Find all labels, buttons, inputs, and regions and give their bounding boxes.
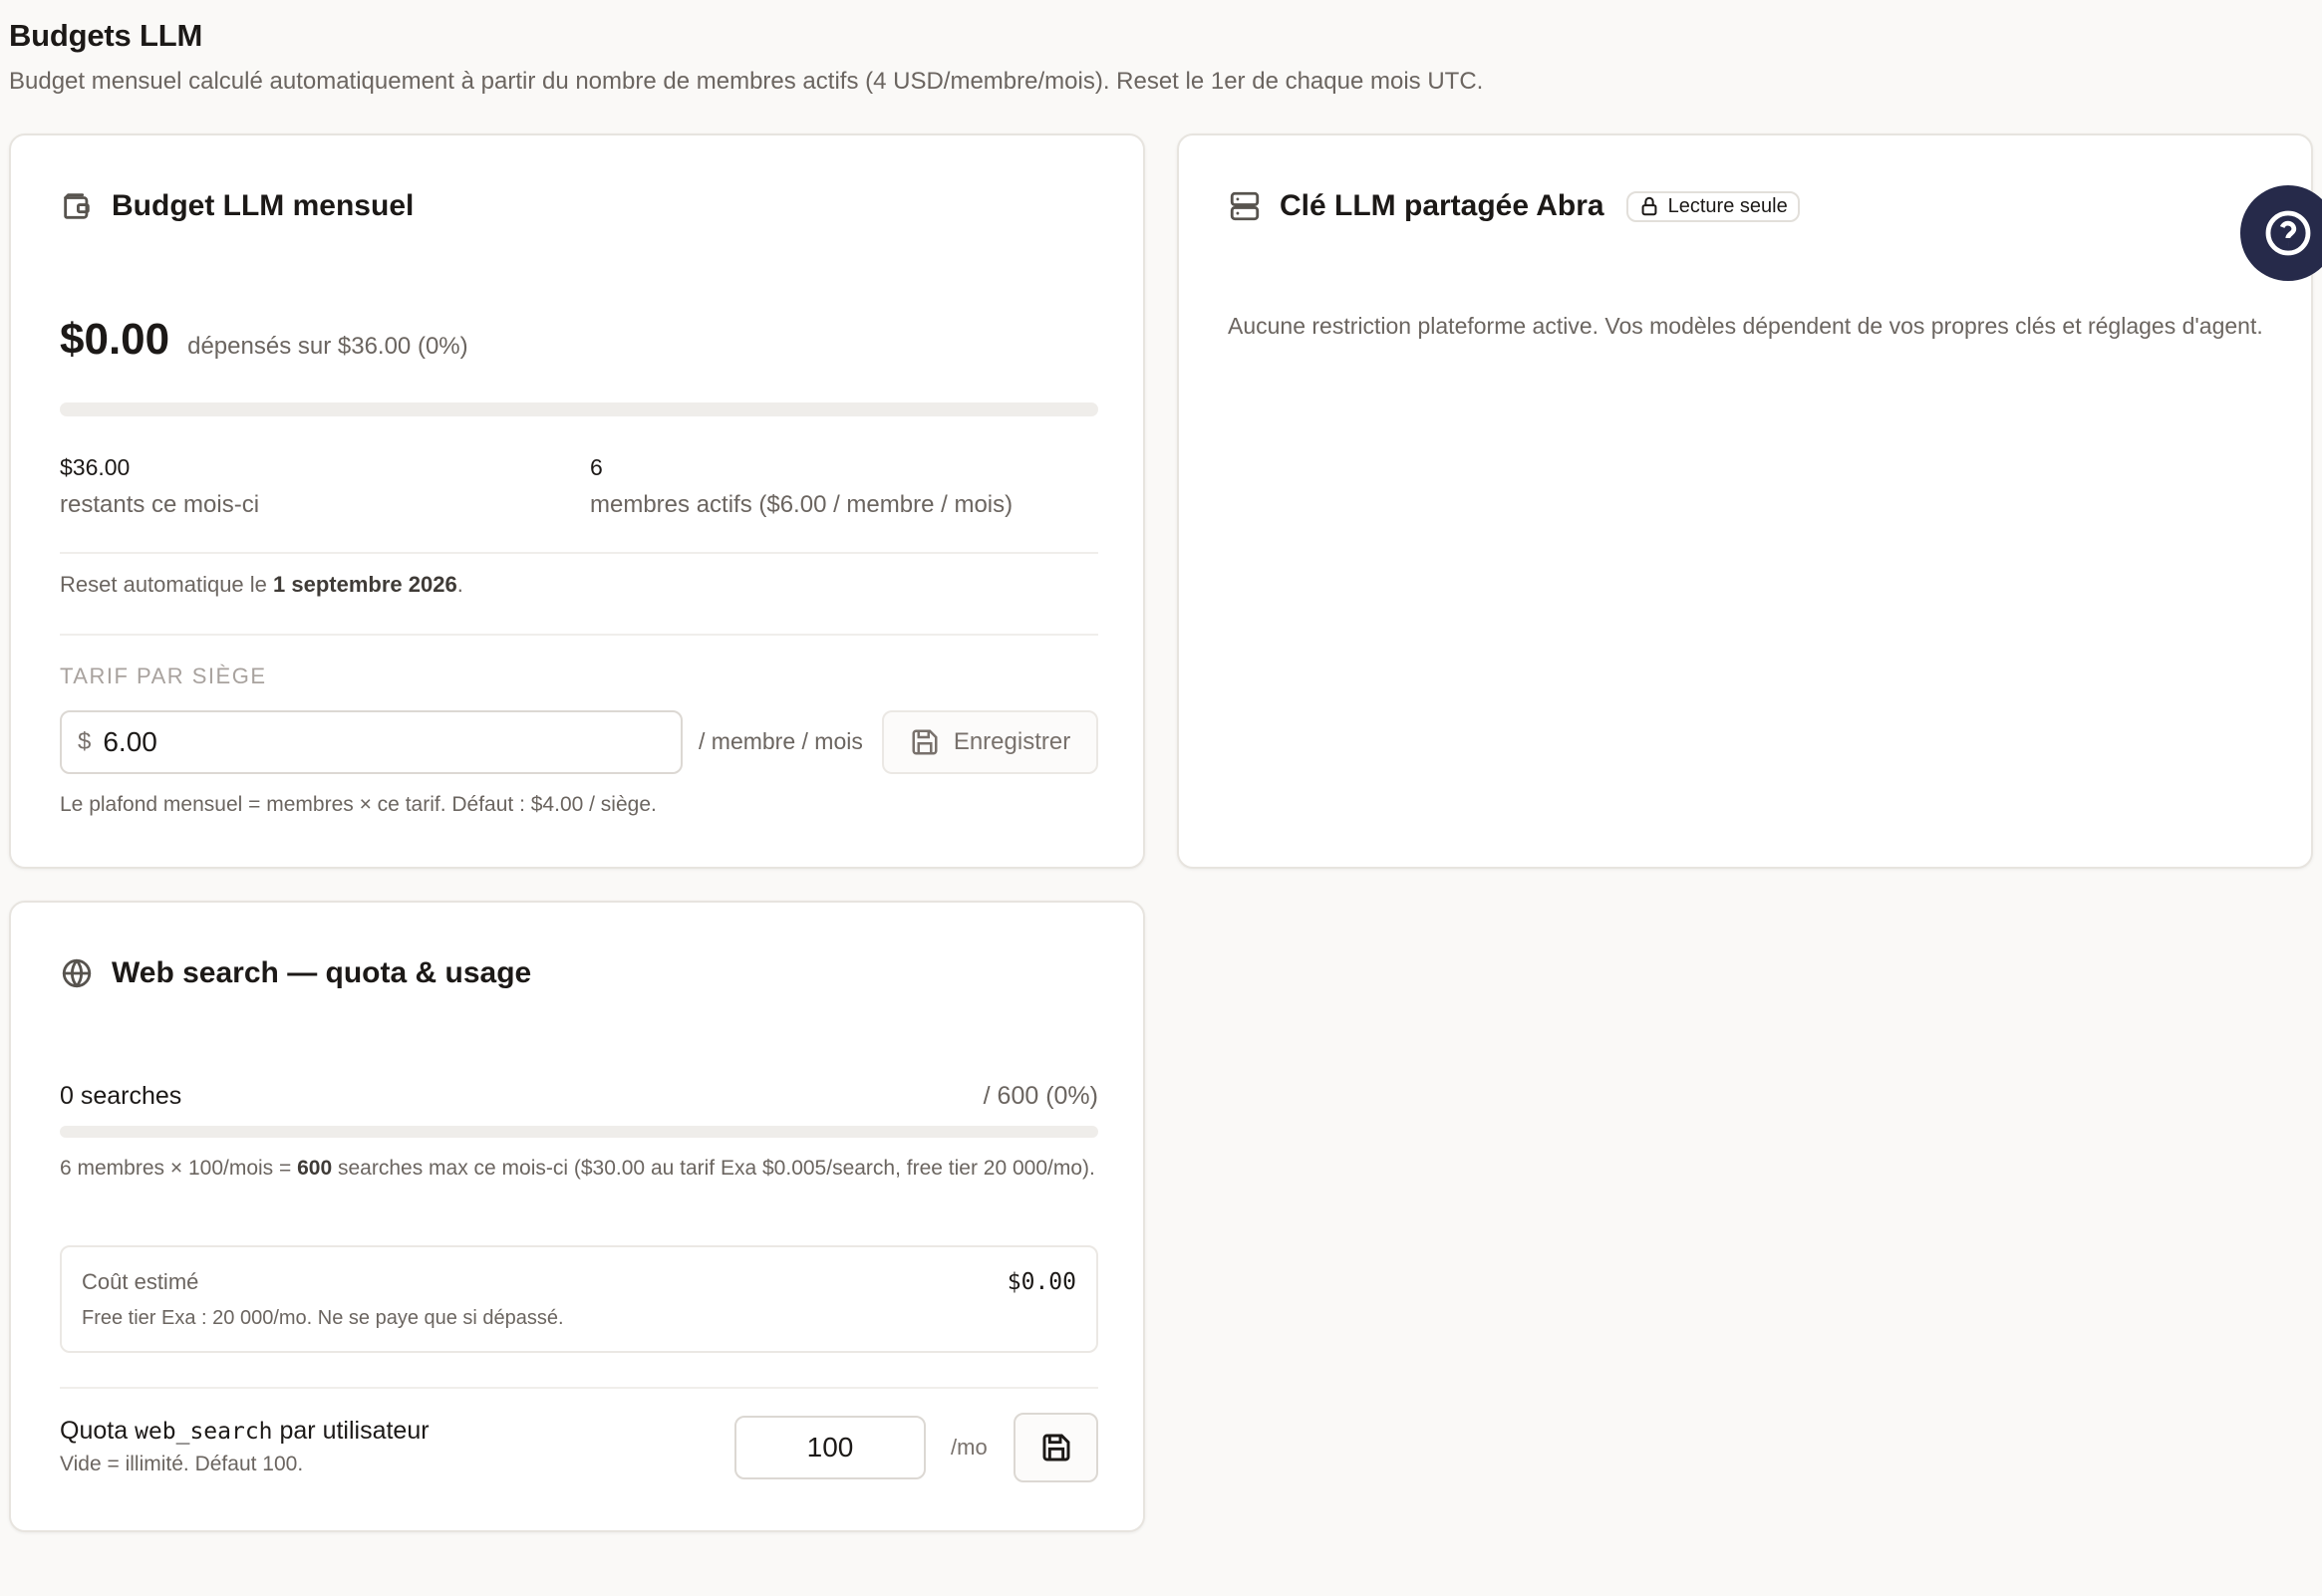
web-search-title: Web search — quota & usage (112, 956, 532, 989)
seat-price-label: TARIF PAR SIÈGE (60, 664, 267, 688)
searches-total: / 600 (0%) (983, 1082, 1098, 1110)
budget-progress-bar (60, 402, 1098, 416)
spent-subtext: dépensés sur $36.00 (0%) (187, 333, 468, 360)
budget-card: Budget LLM mensuel $0.00 dépensés sur $3… (9, 133, 1145, 869)
lock-icon (1641, 196, 1657, 216)
reset-date: 1 septembre 2026 (273, 572, 457, 597)
currency-symbol: $ (78, 728, 92, 755)
web-search-card: Web search — quota & usage 0 searches / … (9, 901, 1145, 1532)
remaining-stat: $36.00 restants ce mois-ci (60, 454, 259, 519)
quota-hint: Vide = illimité. Défaut 100. (60, 1453, 304, 1475)
seat-price-field[interactable]: $ (60, 710, 683, 774)
seat-price-unit: / membre / mois (699, 728, 863, 754)
quota-label: Quota web_search par utilisateur (60, 1417, 430, 1445)
help-circle-icon (2265, 210, 2311, 256)
wallet-icon (64, 193, 90, 219)
searches-description: 6 membres × 100/mois = 600 searches max … (60, 1157, 1095, 1180)
save-icon (912, 729, 938, 755)
shared-key-header: Clé LLM partagée Abra Lecture seule (1228, 189, 1800, 223)
searches-progress-bar (60, 1126, 1098, 1138)
seat-price-input[interactable] (103, 726, 642, 758)
spent-amount: $0.00 (60, 315, 170, 364)
web-search-header: Web search — quota & usage (60, 956, 531, 990)
estimated-cost-box: Coût estimé Free tier Exa : 20 000/mo. N… (60, 1245, 1098, 1353)
save-button-label: Enregistrer (953, 728, 1071, 755)
members-stat: 6 membres actifs ($6.00 / membre / mois) (590, 454, 1013, 519)
save-seat-price-button[interactable]: Enregistrer (882, 710, 1098, 774)
budget-card-title: Budget LLM mensuel (112, 189, 415, 222)
divider (60, 634, 1098, 636)
quota-input[interactable] (734, 1416, 926, 1479)
read-only-badge: Lecture seule (1625, 190, 1800, 222)
server-icon (1230, 191, 1260, 221)
members-label: membres actifs ($6.00 / membre / mois) (590, 491, 1014, 518)
remaining-label: restants ce mois-ci (60, 491, 260, 518)
searches-count: 0 searches (60, 1082, 182, 1110)
divider (60, 1387, 1098, 1389)
read-only-badge-label: Lecture seule (1667, 194, 1788, 217)
members-value: 6 (590, 454, 603, 480)
budget-card-header: Budget LLM mensuel (60, 189, 414, 223)
globe-icon (62, 958, 92, 988)
searches-max: 600 (297, 1157, 333, 1180)
page-title: Budgets LLM (9, 18, 203, 53)
page-subtitle: Budget mensuel calculé automatiquement à… (9, 68, 1484, 95)
spent-summary: $0.00 dépensés sur $36.00 (0%) (60, 315, 468, 365)
page-header: Budgets LLM Budget mensuel calculé autom… (9, 18, 1483, 96)
shared-key-description: Aucune restriction plateforme active. Vo… (1228, 313, 2263, 339)
estimated-cost-note: Free tier Exa : 20 000/mo. Ne se paye qu… (82, 1307, 564, 1329)
remaining-value: $36.00 (60, 454, 131, 480)
seat-price-hint: Le plafond mensuel = membres × ce tarif.… (60, 793, 657, 816)
save-quota-button[interactable] (1014, 1413, 1098, 1482)
divider (60, 552, 1098, 554)
searches-usage: 0 searches / 600 (0%) (60, 1082, 1098, 1111)
quota-unit: /mo (951, 1435, 988, 1460)
shared-key-title: Clé LLM partagée Abra (1280, 189, 1604, 222)
shared-key-card: Clé LLM partagée Abra Lecture seule Aucu… (1177, 133, 2313, 869)
estimated-cost-label: Coût estimé (82, 1269, 199, 1294)
estimated-cost-value: $0.00 (1007, 1269, 1076, 1295)
save-icon (1042, 1434, 1069, 1462)
reset-text: Reset automatique le 1 septembre 2026. (60, 572, 463, 597)
quota-label-code: web_search (135, 1419, 273, 1445)
